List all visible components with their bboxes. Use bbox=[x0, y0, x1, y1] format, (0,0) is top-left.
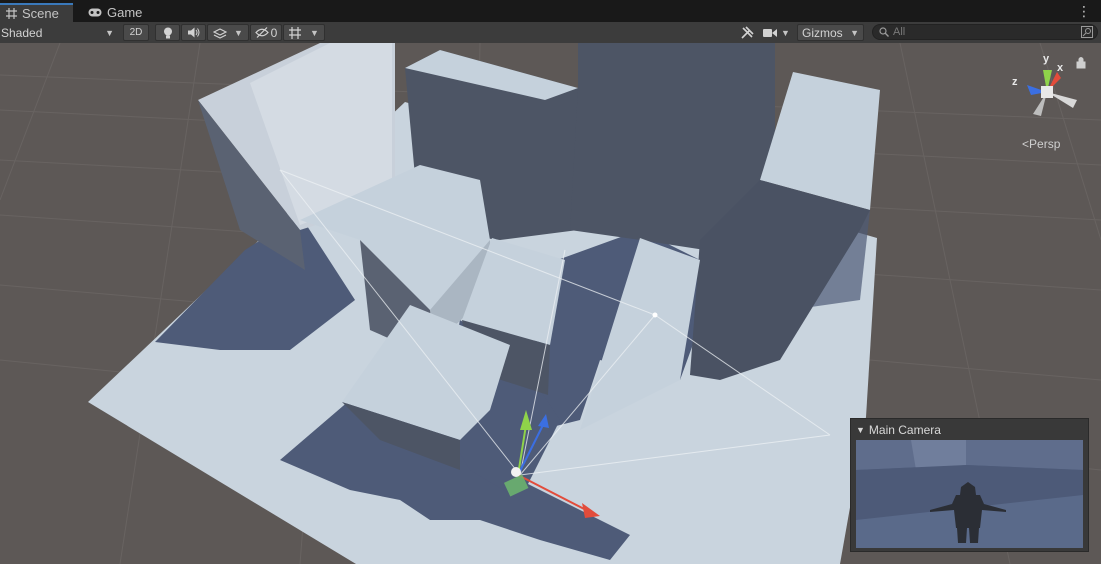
axis-label-z: z bbox=[1012, 76, 1018, 88]
shading-mode-label: Shaded bbox=[1, 25, 43, 40]
search-icon bbox=[879, 27, 889, 37]
scene-toolbar: Shaded ▼ 2D ▼ 0 ▼ ▼ Gizmos ▼ All bbox=[0, 22, 1101, 44]
tab-bar: Scene Game ⋮ bbox=[0, 0, 1101, 22]
2d-toggle-label: 2D bbox=[129, 27, 143, 38]
orientation-gizmo bbox=[1027, 70, 1077, 116]
speaker-icon bbox=[187, 27, 199, 38]
shading-mode-dropdown[interactable]: Shaded ▼ bbox=[1, 24, 117, 41]
kebab-menu-icon[interactable]: ⋮ bbox=[1077, 3, 1091, 19]
camera-render-image bbox=[856, 440, 1083, 548]
hierarchy-search[interactable]: All bbox=[872, 24, 1098, 40]
tab-game-label: Game bbox=[107, 5, 143, 20]
audio-toggle-button[interactable] bbox=[181, 24, 206, 41]
tools-toggle-button[interactable] bbox=[736, 24, 758, 41]
camera-preview-title: Main Camera bbox=[868, 423, 941, 437]
chevron-down-icon: ▼ bbox=[850, 27, 859, 38]
camera-preview-header[interactable]: ▼ Main Camera bbox=[856, 423, 941, 437]
axis-label-y: y bbox=[1043, 53, 1050, 65]
camera-preview-render bbox=[856, 440, 1083, 548]
tab-game[interactable]: Game bbox=[82, 3, 148, 22]
hidden-object-count: 0 bbox=[270, 25, 278, 40]
tab-scene[interactable]: Scene bbox=[0, 3, 73, 22]
tools-icon bbox=[740, 26, 754, 39]
chevron-down-icon: ▼ bbox=[310, 27, 319, 38]
unity-scene-window: Scene Game ⋮ Shaded ▼ 2D ▼ 0 ▼ ▼ Gizmos … bbox=[0, 0, 1101, 564]
grid-icon bbox=[6, 8, 17, 19]
grid-snapping-dropdown[interactable]: ▼ bbox=[283, 24, 325, 41]
search-placeholder: All bbox=[893, 26, 906, 38]
lightbulb-icon bbox=[163, 27, 172, 38]
projection-toggle[interactable]: <Persp bbox=[1022, 137, 1060, 151]
2d-toggle-button[interactable]: 2D bbox=[123, 24, 149, 41]
grid-snap-icon bbox=[289, 26, 301, 39]
gizmos-label: Gizmos bbox=[802, 25, 843, 40]
lighting-toggle-button[interactable] bbox=[155, 24, 180, 41]
search-filter-icon[interactable] bbox=[1081, 26, 1093, 38]
projection-label: Persp bbox=[1029, 137, 1061, 151]
tab-scene-label: Scene bbox=[22, 6, 59, 21]
video-camera-icon bbox=[763, 28, 777, 37]
gizmos-dropdown[interactable]: Gizmos ▼ bbox=[797, 24, 864, 41]
scene-visibility-button[interactable]: 0 bbox=[250, 24, 282, 41]
layers-effects-icon bbox=[213, 27, 227, 39]
camera-preview-panel[interactable]: ▼ Main Camera bbox=[850, 418, 1089, 552]
axis-label-x: x bbox=[1057, 62, 1064, 74]
gamepad-icon bbox=[88, 8, 102, 17]
eye-slash-icon bbox=[254, 27, 269, 38]
chevron-down-icon: ▼ bbox=[105, 27, 114, 38]
effects-dropdown[interactable]: ▼ bbox=[207, 24, 249, 41]
back-chevron-icon: < bbox=[1022, 137, 1030, 151]
chevron-down-icon: ▼ bbox=[234, 27, 243, 38]
scene-viewport[interactable]: y x z <Persp ▼ Main Camera bbox=[0, 43, 1101, 564]
camera-settings-dropdown[interactable]: ▼ bbox=[763, 24, 795, 41]
lock-icon bbox=[1076, 57, 1086, 69]
chevron-down-icon: ▼ bbox=[781, 27, 790, 38]
collapse-triangle-icon: ▼ bbox=[856, 425, 865, 435]
